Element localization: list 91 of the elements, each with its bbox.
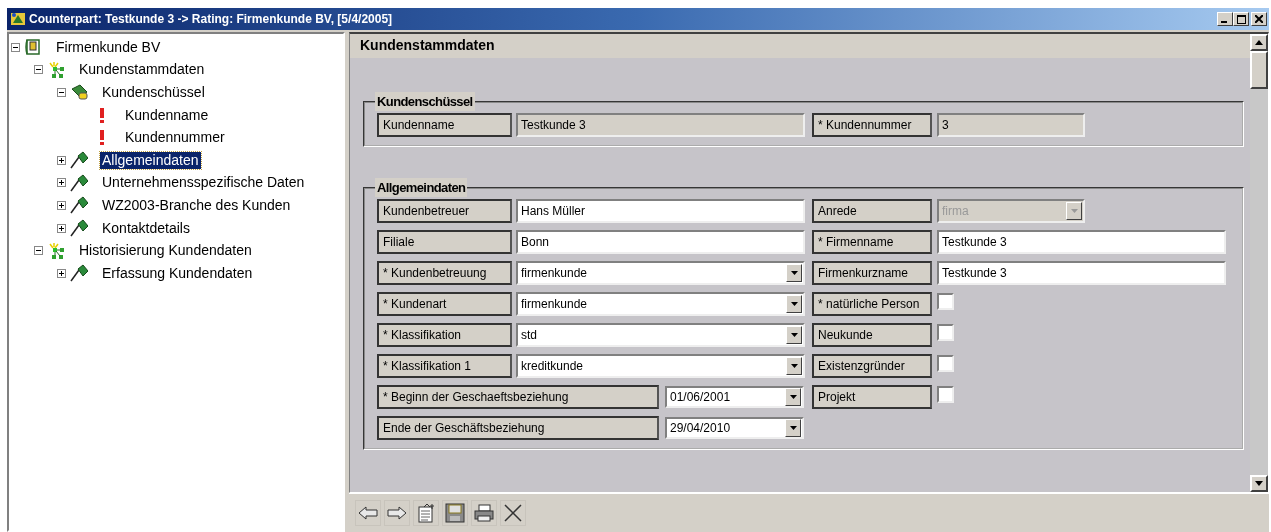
- input-field[interactable]: Bonn: [516, 230, 805, 254]
- minimize-button[interactable]: [1217, 12, 1233, 26]
- tree-item[interactable]: Firmenkunde BV: [54, 38, 163, 56]
- scroll-thumb[interactable]: [1250, 51, 1268, 89]
- dropdown[interactable]: firmenkunde: [516, 292, 805, 316]
- tree-item[interactable]: Historisierung Kundendaten: [77, 242, 254, 260]
- tree-item[interactable]: Kundenname: [123, 106, 211, 124]
- flag-icon: [70, 196, 88, 215]
- field-label: Neukunde: [812, 323, 932, 347]
- save-button[interactable]: [442, 500, 468, 526]
- maximize-button[interactable]: [1233, 12, 1249, 26]
- collapse-toggle[interactable]: [34, 246, 43, 256]
- checkbox[interactable]: [937, 386, 954, 403]
- field-label: * Kundenart: [377, 292, 512, 316]
- save-icon: [445, 503, 465, 523]
- document-icon: [416, 503, 436, 523]
- maximize-icon: [1236, 14, 1246, 24]
- exclamation-icon: [100, 130, 104, 146]
- print-button[interactable]: [471, 500, 497, 526]
- printer-icon: [474, 504, 494, 522]
- flag-icon: [70, 264, 88, 283]
- dropdown[interactable]: std: [516, 323, 805, 347]
- close-icon: [503, 503, 523, 523]
- tree-item[interactable]: Allgemeindaten: [100, 151, 201, 169]
- flag-icon: [70, 151, 88, 170]
- field-label: Anrede: [812, 199, 932, 223]
- exclamation-icon: [100, 107, 104, 123]
- input-field[interactable]: Hans Müller: [516, 199, 805, 223]
- dropdown[interactable]: firmenkunde: [516, 261, 805, 285]
- field-label: Ende der Geschäftsbeziehung: [377, 416, 659, 440]
- field-label: * Kundenbetreuung: [377, 261, 512, 285]
- field-label: * Firmenname: [812, 230, 932, 254]
- arrow-left-icon: [358, 506, 378, 520]
- tree-item[interactable]: Kundennummer: [123, 129, 227, 147]
- tree-item[interactable]: Erfassung Kundendaten: [100, 264, 255, 282]
- input-field: 3: [937, 113, 1085, 137]
- tree-item[interactable]: WZ2003-Branche des Kunden: [100, 196, 293, 214]
- field-label: * Klassifikation 1: [377, 354, 512, 378]
- tree-item[interactable]: Unternehmensspezifische Daten: [100, 174, 307, 192]
- field-label: Firmenkurzname: [812, 261, 932, 285]
- input-field: Testkunde 3: [516, 113, 805, 137]
- field-label: Kundenname: [377, 113, 512, 137]
- field-label: * Beginn der Geschaeftsbeziehung: [377, 385, 659, 409]
- checkbox[interactable]: [937, 355, 954, 372]
- tree-item[interactable]: Kundenschüssel: [100, 84, 207, 101]
- expand-toggle[interactable]: [57, 178, 66, 188]
- scroll-up-button[interactable]: [1250, 34, 1268, 51]
- key-icon: [70, 83, 88, 102]
- checkbox[interactable]: [937, 324, 954, 341]
- tree-item[interactable]: Kundenstammdaten: [77, 61, 207, 79]
- field-label: Filiale: [377, 230, 512, 254]
- expand-toggle[interactable]: [57, 155, 66, 165]
- field-label: * Klassifikation: [377, 323, 512, 347]
- collapse-toggle[interactable]: [34, 65, 43, 75]
- field-label: * Kundennummer: [812, 113, 932, 137]
- dropdown[interactable]: kreditkunde: [516, 354, 805, 378]
- collapse-toggle[interactable]: [57, 88, 66, 97]
- checkbox[interactable]: [937, 293, 954, 310]
- collapse-toggle[interactable]: [11, 42, 20, 52]
- field-label: Existenzgründer: [812, 354, 932, 378]
- triangle-down-icon: [1255, 481, 1263, 486]
- group-title: Kundenschüssel: [375, 92, 475, 111]
- delete-button[interactable]: [500, 500, 526, 526]
- scroll-down-button[interactable]: [1250, 475, 1268, 492]
- close-button[interactable]: [1251, 12, 1267, 26]
- expand-toggle[interactable]: [57, 268, 66, 278]
- input-field[interactable]: Testkunde 3: [937, 230, 1226, 254]
- flag-icon: [70, 173, 88, 192]
- group-title: Allgemeindaten: [375, 178, 468, 197]
- expand-toggle[interactable]: [57, 223, 66, 233]
- triangle-up-icon: [1255, 40, 1263, 45]
- app-icon: [10, 11, 26, 27]
- date-dropdown[interactable]: 01/06/2001: [665, 386, 804, 408]
- date-dropdown[interactable]: 29/04/2010: [665, 417, 804, 439]
- book-icon: [24, 38, 42, 57]
- scrollbar[interactable]: [1250, 34, 1268, 492]
- flag-icon: [70, 219, 88, 238]
- field-label: Kundenbetreuer: [377, 199, 512, 223]
- network-icon: [47, 60, 65, 79]
- input-field[interactable]: Testkunde 3: [937, 261, 1226, 285]
- close-icon: [1255, 15, 1263, 23]
- field-label: Projekt: [812, 385, 932, 409]
- forward-button[interactable]: [384, 500, 410, 526]
- field-label: * natürliche Person: [812, 292, 932, 316]
- back-button[interactable]: [355, 500, 381, 526]
- window-title: Counterpart: Testkunde 3 -> Rating: Firmenkunde BV, [5/4/2005]: [29, 12, 394, 26]
- new-document-button[interactable]: [413, 500, 439, 526]
- tree-item[interactable]: Kontaktdetails: [100, 219, 192, 237]
- arrow-right-icon: [387, 506, 407, 520]
- network-icon: [47, 241, 65, 260]
- expand-toggle[interactable]: [57, 200, 66, 210]
